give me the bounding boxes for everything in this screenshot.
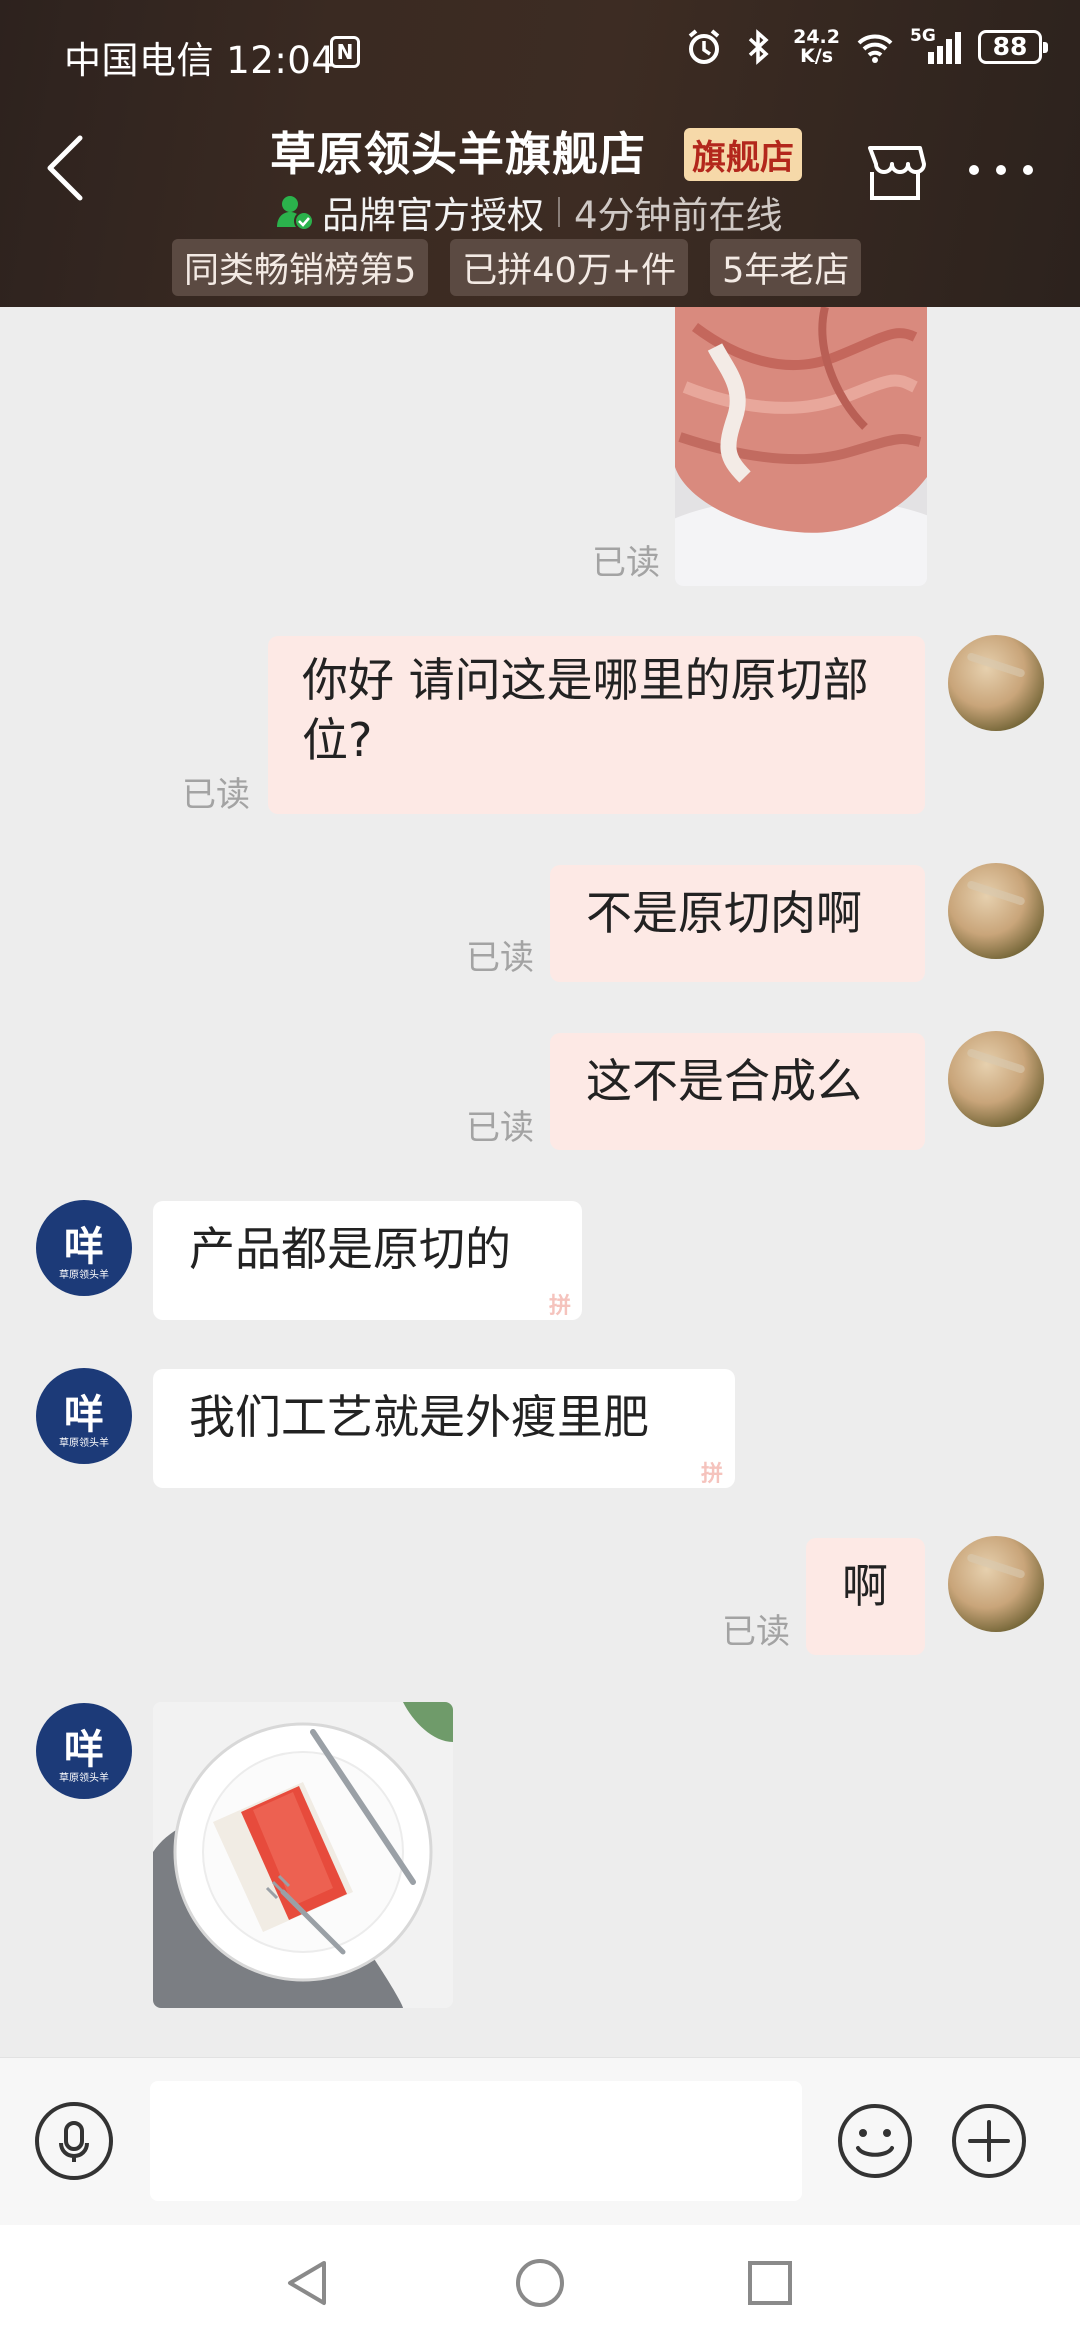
nav-home-icon[interactable]	[512, 2255, 568, 2311]
shop-subtitle: 品牌官方授权 4分钟前在线	[276, 185, 783, 239]
shop-avatar-caption: 草原领头羊	[59, 1270, 109, 1281]
bluetooth-icon	[748, 29, 769, 65]
shop-avatar-glyph: 咩	[64, 1392, 104, 1438]
message-bubble[interactable]: 我们工艺就是外瘦里肥	[153, 1369, 735, 1488]
read-receipt: 已读	[182, 775, 250, 815]
shop-tags: 同类畅销榜第5 已拼40万+件 5年老店	[172, 239, 862, 296]
shop-avatar-glyph: 咩	[64, 1727, 104, 1773]
wifi-icon	[857, 34, 893, 63]
tag-group-sales[interactable]: 已拼40万+件	[450, 239, 689, 296]
message-bubble[interactable]: 产品都是原切的	[153, 1201, 582, 1320]
shop-avatar-caption: 草原领头羊	[59, 1773, 109, 1784]
message-input-bar	[0, 2057, 1080, 2226]
message-bubble[interactable]: 啊	[806, 1538, 925, 1655]
user-avatar[interactable]	[948, 863, 1044, 959]
user-avatar[interactable]	[948, 1536, 1044, 1632]
shop-avatar[interactable]: 咩 草原领头羊	[36, 1200, 132, 1296]
chat-header: 中国电信 12:04 N 24.2 K/s 5G 88 草原领头羊旗舰店 旗舰店…	[0, 0, 1080, 307]
network-speed: 24.2 K/s	[793, 28, 840, 66]
steak-photo-message[interactable]	[153, 1702, 453, 2008]
pinduoduo-mark-icon: 拼	[548, 1294, 571, 1319]
user-avatar[interactable]	[948, 1031, 1044, 1127]
read-receipt: 已读	[466, 938, 534, 978]
shop-avatar-glyph: 咩	[64, 1224, 104, 1270]
system-navigation-bar	[0, 2225, 1080, 2340]
message-bubble[interactable]: 你好 请问这是哪里的原切部位?	[268, 636, 925, 814]
store-icon[interactable]	[862, 138, 928, 204]
tag-bestseller-rank[interactable]: 同类畅销榜第5	[172, 239, 429, 296]
message-bubble[interactable]: 不是原切肉啊	[550, 865, 925, 982]
brand-authorized-icon	[277, 196, 314, 231]
voice-input-button[interactable]	[35, 2102, 113, 2180]
battery-indicator: 88	[978, 30, 1048, 64]
meat-photo-message[interactable]	[675, 307, 927, 586]
network-speed-unit: K/s	[800, 45, 834, 67]
authorization-label: 品牌官方授权	[322, 194, 544, 237]
shop-avatar-caption: 草原领头羊	[59, 1438, 109, 1449]
tag-store-age[interactable]: 5年老店	[710, 239, 862, 296]
divider	[558, 197, 560, 227]
chat-area: 已读 已读 你好 请问这是哪里的原切部位? 已读 不是原切肉啊 已读 这不是合成…	[0, 307, 1080, 2057]
carrier-time: 中国电信 12:04	[64, 39, 336, 82]
nav-back-icon[interactable]	[280, 2255, 336, 2311]
shop-name[interactable]: 草原领头羊旗舰店	[270, 118, 646, 184]
cellular-signal-icon: 5G	[910, 26, 962, 66]
user-avatar[interactable]	[948, 635, 1044, 731]
flagship-badge: 旗舰店	[684, 128, 802, 181]
emoji-button[interactable]	[836, 2102, 914, 2180]
read-receipt: 已读	[466, 1108, 534, 1148]
more-actions-button[interactable]	[950, 2102, 1028, 2180]
microphone-icon	[59, 2121, 89, 2162]
more-options-icon[interactable]	[964, 150, 1038, 190]
message-input[interactable]	[150, 2081, 802, 2201]
nav-recents-icon[interactable]	[742, 2255, 798, 2311]
read-receipt: 已读	[592, 543, 660, 583]
shop-avatar[interactable]: 咩 草原领头羊	[36, 1368, 132, 1464]
online-status: 4分钟前在线	[574, 194, 783, 237]
nfc-icon: N	[330, 36, 360, 68]
status-bar: 中国电信 12:04 N 24.2 K/s 5G 88	[0, 0, 1080, 100]
message-bubble[interactable]: 这不是合成么	[550, 1033, 925, 1150]
shop-avatar[interactable]: 咩 草原领头羊	[36, 1703, 132, 1799]
pinduoduo-mark-icon: 拼	[700, 1462, 723, 1487]
alarm-icon	[688, 29, 720, 64]
read-receipt: 已读	[722, 1612, 790, 1652]
back-button[interactable]	[38, 128, 98, 208]
